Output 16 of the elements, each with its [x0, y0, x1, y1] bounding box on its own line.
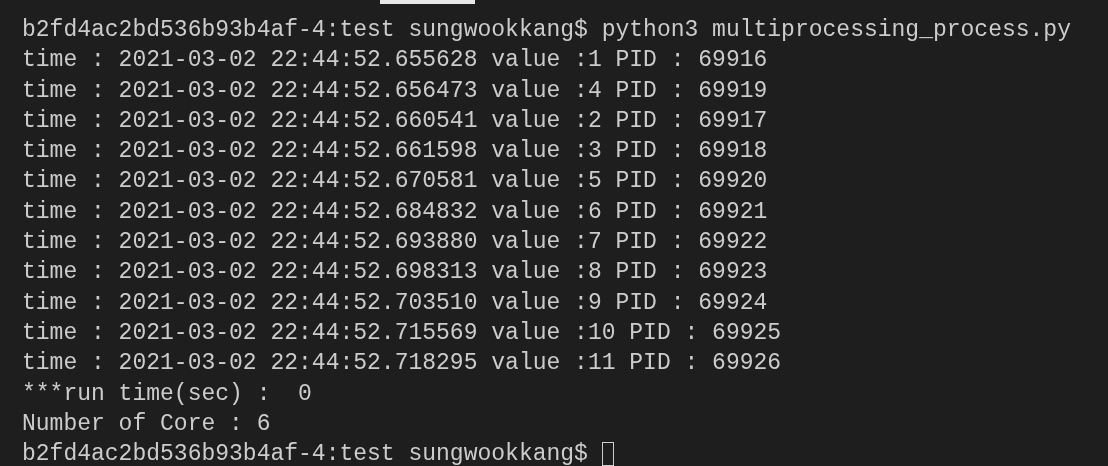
terminal-line: time : 2021-03-02 22:44:52.655628 value :1 PID : 69916 — [22, 46, 768, 76]
terminal-line: time : 2021-03-02 22:44:52.661598 value :3 PID : 69918 — [22, 137, 768, 167]
terminal-line: time : 2021-03-02 22:44:52.656473 value :4 PID : 69919 — [22, 76, 768, 106]
terminal-line: time : 2021-03-02 22:44:52.660541 value :2 PID : 69917 — [22, 106, 768, 136]
terminal-line: time : 2021-03-02 22:44:52.670581 value :5 PID : 69920 — [22, 167, 768, 197]
terminal-line: time : 2021-03-02 22:44:52.684832 value :6 PID : 69921 — [22, 197, 768, 227]
terminal-line: time : 2021-03-02 22:44:52.718295 value :11 PID : 69926 — [22, 349, 782, 379]
terminal-line: time : 2021-03-02 22:44:52.715569 value :10 PID : 69925 — [22, 318, 782, 348]
text-cursor — [601, 442, 614, 466]
terminal-prompt: b2fd4ac2bd536b93b4af-4:test sungwookkang$ — [22, 440, 589, 466]
terminal-line: time : 2021-03-02 22:44:52.698313 value :8 PID : 69923 — [22, 258, 768, 288]
terminal-line: time : 2021-03-02 22:44:52.693880 value :7 PID : 69922 — [22, 228, 768, 258]
terminal-line: Number of Core : 6 — [22, 409, 271, 439]
terminal-line: time : 2021-03-02 22:44:52.703510 value :9 PID : 69924 — [22, 288, 768, 318]
terminal-line: ***run time(sec) : 0 — [22, 379, 312, 409]
terminal-line: b2fd4ac2bd536b93b4af-4:test sungwookkang$ python3 multiprocessing_process.py — [22, 16, 1071, 45]
